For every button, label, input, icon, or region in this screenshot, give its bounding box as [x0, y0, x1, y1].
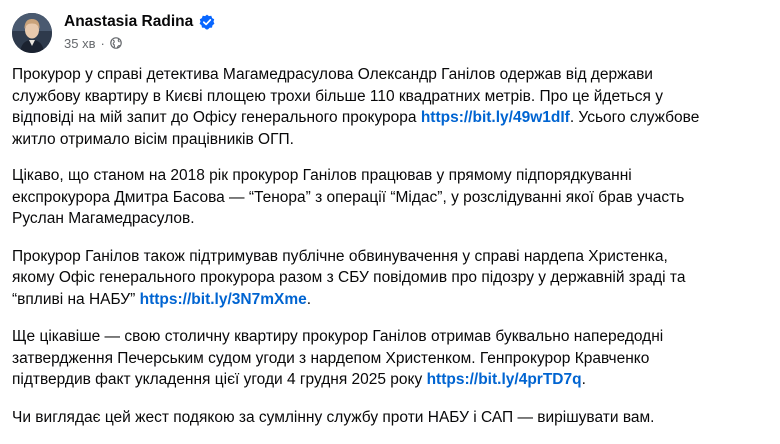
- paragraph-text: .: [581, 371, 586, 388]
- author-avatar[interactable]: [12, 13, 52, 53]
- post-paragraph-1: Прокурор у справі детектива Магамедрасул…: [12, 64, 768, 150]
- paragraph-text: .: [306, 290, 312, 308]
- post-paragraph-2: Цікаво, що станом на 2018 рік прокурор Г…: [12, 165, 768, 230]
- author-line: Anastasia Radina: [64, 12, 215, 32]
- meta-separator: ·: [100, 35, 105, 51]
- author-name[interactable]: Anastasia Radina: [64, 12, 193, 32]
- post-link[interactable]: https://bit.ly/4prTD7q: [427, 371, 582, 388]
- paragraph-text: Чи виглядає цей жест подякою за сумлінну…: [12, 408, 655, 426]
- facebook-post: Anastasia Radina 35 хв · Прокурор у спра…: [0, 0, 780, 426]
- paragraph-text: Цікаво, що станом на 2018 рік прокурор Г…: [12, 167, 685, 227]
- post-paragraph-3: Прокурор Ганілов також підтримував публі…: [12, 246, 768, 311]
- post-header: Anastasia Radina 35 хв ·: [0, 0, 780, 62]
- post-paragraph-5: Чи виглядає цей жест подякою за сумлінну…: [12, 407, 768, 429]
- globe-icon[interactable]: [110, 37, 122, 49]
- paragraph-text: Прокурор Ганілов також підтримував публі…: [12, 247, 686, 308]
- post-link[interactable]: https://bit.ly/49w1dIf: [421, 109, 570, 126]
- verified-badge-icon: [199, 14, 215, 30]
- post-body: Прокурор у справі детектива Магамедрасул…: [12, 64, 768, 444]
- post-paragraph-4: Ще цікавіше — свою столичну квартиру про…: [12, 326, 768, 391]
- post-timestamp[interactable]: 35 хв: [64, 36, 95, 51]
- post-meta: 35 хв ·: [64, 35, 122, 51]
- avatar-photo: [12, 13, 52, 53]
- post-link[interactable]: https://bit.ly/3N7mXme: [140, 291, 307, 308]
